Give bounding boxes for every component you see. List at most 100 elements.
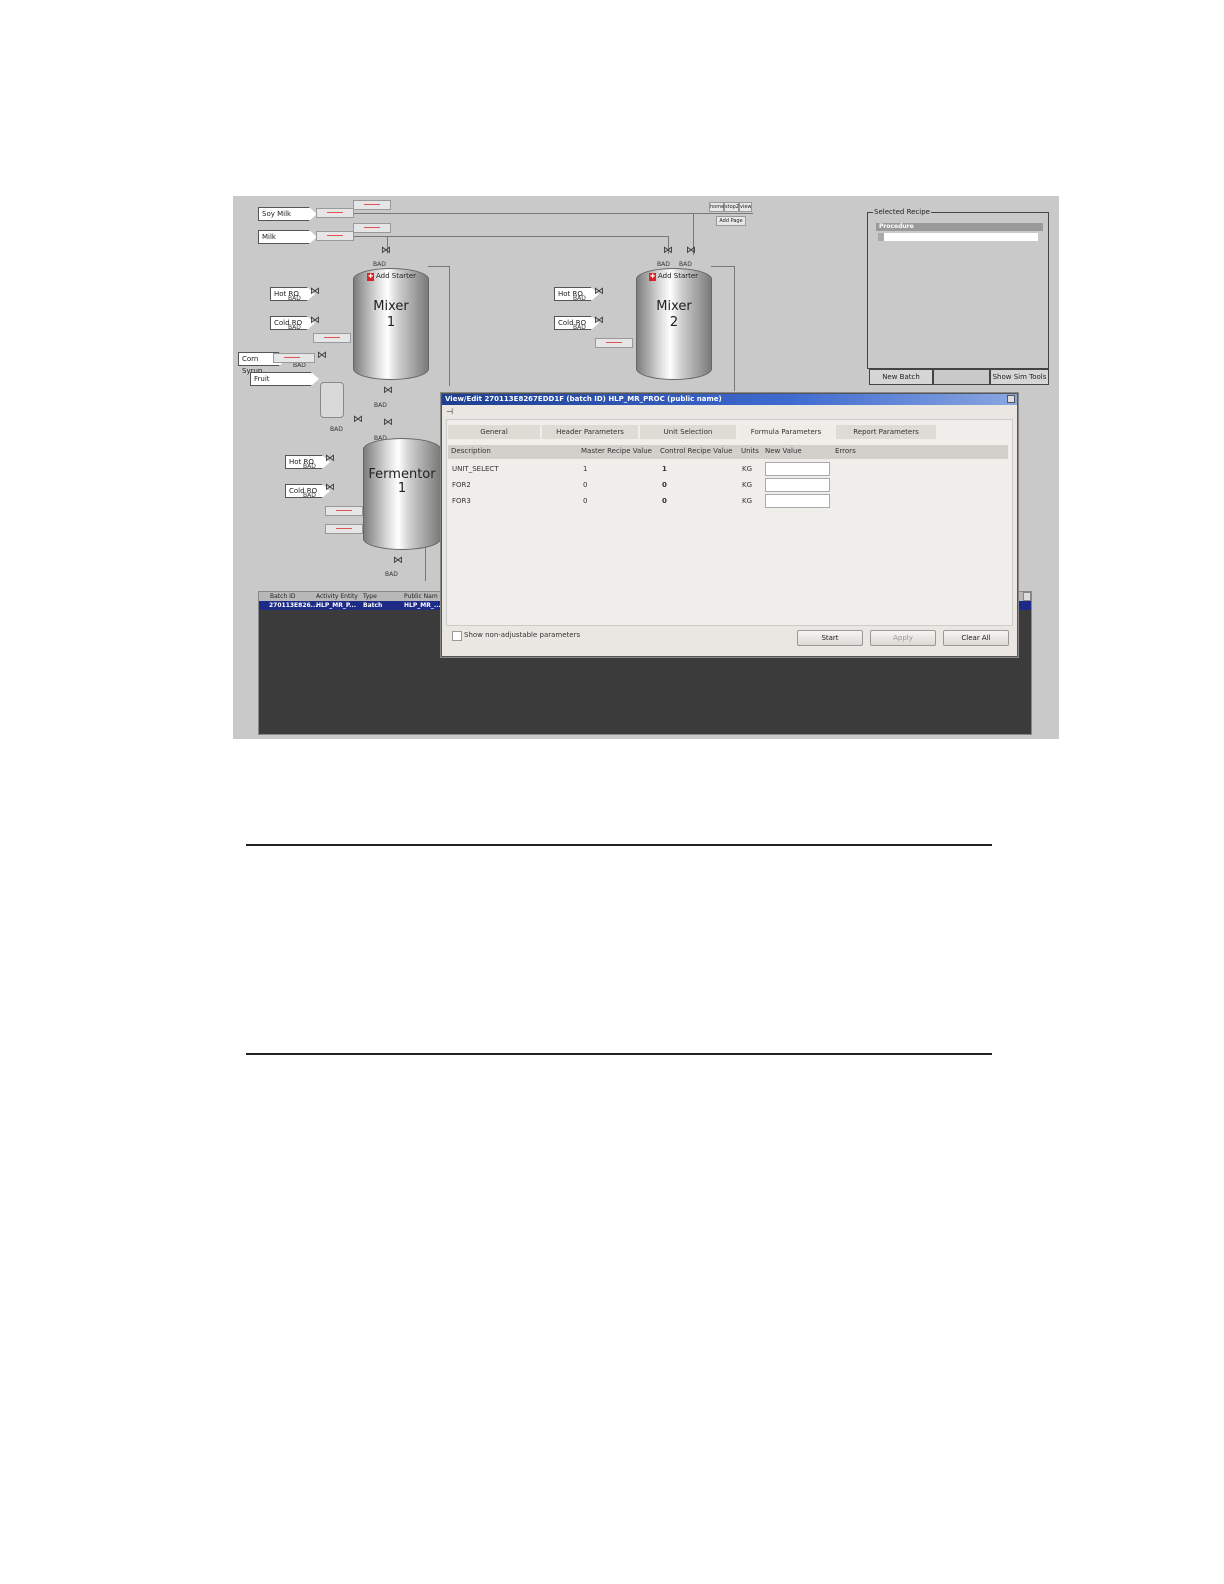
- show-sim-tools-button[interactable]: Show Sim Tools: [990, 369, 1049, 385]
- mixer1-number: 1: [386, 315, 396, 330]
- mixer1-inlet-valve-icon[interactable]: ⋈: [381, 246, 391, 256]
- mixer2-cold-valve-icon[interactable]: ⋈: [594, 316, 604, 326]
- soy-milk-readout: [316, 208, 354, 218]
- apply-button[interactable]: Apply: [870, 630, 936, 646]
- soy-flow-readout: [353, 200, 391, 210]
- mixer2-inlet2-valve-icon[interactable]: ⋈: [686, 246, 696, 256]
- tab-unit-selection[interactable]: Unit Selection: [640, 425, 736, 439]
- tab-header-parameters[interactable]: Header Parameters: [542, 425, 638, 439]
- tab-formula-parameters[interactable]: Formula Parameters: [738, 425, 834, 439]
- row-activity-entity: HLP_MR_P...: [316, 602, 356, 609]
- status-badge: BAD: [679, 261, 692, 268]
- row-description: UNIT_SELECT: [452, 465, 499, 473]
- col-activity-entity: Activity Entity: [316, 593, 358, 600]
- dialog-titlebar[interactable]: View/Edit 270113E8267EDD1F (batch ID) HL…: [442, 394, 1017, 405]
- status-badge: BAD: [657, 261, 670, 268]
- mixer1-name: Mixer: [373, 299, 409, 314]
- soy-milk-pipe: [313, 213, 753, 214]
- blank-button: [933, 369, 990, 385]
- mixer1-recirc: [449, 266, 450, 386]
- view-mini-button[interactable]: view: [739, 202, 752, 212]
- col-master-recipe-value: Master Recipe Value: [581, 447, 652, 455]
- clear-all-button[interactable]: Clear All: [943, 630, 1009, 646]
- col-control-recipe-value: Control Recipe Value: [660, 447, 733, 455]
- mixer1-tank[interactable]: Mixer 1: [353, 268, 429, 380]
- dialog-title: View/Edit 270113E8267EDD1F (batch ID) HL…: [445, 395, 722, 403]
- show-non-adjustable-checkbox[interactable]: [452, 631, 462, 641]
- hmi-screenshot: Soy Milk Milk Hot RO Cold RO Corn Syrup …: [233, 196, 1059, 739]
- new-value-input[interactable]: [765, 494, 830, 508]
- selected-recipe-title: Selected Recipe: [873, 208, 931, 216]
- mixer1-hot-valve-icon[interactable]: ⋈: [310, 287, 320, 297]
- bottom-divider: [246, 1053, 992, 1055]
- fruit-tag: Fruit: [250, 372, 319, 386]
- fermentor-outlet-valve-icon[interactable]: ⋈: [393, 556, 403, 566]
- mixer2-recirc: [734, 266, 735, 391]
- corn-syrup-valve-icon[interactable]: ⋈: [317, 351, 327, 361]
- col-description: Description: [451, 447, 491, 455]
- mixer1-cold-valve-icon[interactable]: ⋈: [310, 316, 320, 326]
- row-master-value: 1: [583, 465, 588, 473]
- top-divider: [246, 844, 992, 846]
- batch-list-scroll-icon[interactable]: [1023, 592, 1031, 601]
- row-description: FOR2: [452, 481, 471, 489]
- row-master-value: 0: [583, 481, 588, 489]
- mixer1-add-starter[interactable]: ✚ Add Starter: [367, 272, 416, 281]
- mixer2-tank[interactable]: Mixer 2: [636, 268, 712, 380]
- row-control-value: 0: [662, 497, 667, 505]
- row-units: KG: [742, 497, 753, 505]
- corn-syrup-readout: [273, 353, 315, 363]
- status-badge: BAD: [385, 571, 398, 578]
- add-starter-label: Add Starter: [376, 272, 417, 280]
- tab-general[interactable]: General: [448, 425, 540, 439]
- milk-readout: [316, 231, 354, 241]
- home-mini-button[interactable]: home: [709, 202, 724, 212]
- milk-pipe: [313, 236, 668, 237]
- col-batch-id: Batch ID: [270, 593, 296, 600]
- mixer2-number: 2: [669, 315, 679, 330]
- milk-tag: Milk: [258, 230, 317, 244]
- mixer1-readout: [313, 333, 351, 343]
- fruit-hopper: [320, 382, 344, 418]
- procedure-row[interactable]: [878, 233, 1038, 241]
- soy-milk-tag: Soy Milk: [258, 207, 317, 221]
- add-page-button[interactable]: Add Page: [716, 216, 746, 226]
- mixer2-readout: [595, 338, 633, 348]
- mixer1-outlet-valve-icon[interactable]: ⋈: [383, 386, 393, 396]
- mixer1-recirc-top: [428, 266, 450, 267]
- status-badge: BAD: [573, 324, 586, 331]
- fermentor1-number: 1: [397, 481, 407, 496]
- row-control-value: 1: [662, 465, 667, 473]
- expand-icon[interactable]: [878, 233, 884, 241]
- new-batch-button[interactable]: New Batch: [869, 369, 933, 385]
- fermentor-readout-2: [325, 524, 363, 534]
- row-master-value: 0: [583, 497, 588, 505]
- row-units: KG: [742, 481, 753, 489]
- pin-icon[interactable]: ⊣: [446, 407, 453, 416]
- new-value-input[interactable]: [765, 462, 830, 476]
- status-badge: BAD: [330, 426, 343, 433]
- fermentor-hot-valve-icon[interactable]: ⋈: [325, 454, 335, 464]
- row-batch-id: 270113E826...: [269, 602, 318, 609]
- start-button[interactable]: Start: [797, 630, 863, 646]
- tab-report-parameters[interactable]: Report Parameters: [836, 425, 936, 439]
- row-control-value: 0: [662, 481, 667, 489]
- mixer2-inlet-valve-icon[interactable]: ⋈: [663, 246, 673, 256]
- view-edit-dialog: View/Edit 270113E8267EDD1F (batch ID) HL…: [441, 393, 1018, 657]
- mixer2-recirc-top: [711, 266, 735, 267]
- close-icon[interactable]: [1007, 395, 1015, 403]
- row-public-name: HLP_MR_...: [404, 602, 441, 609]
- mixer2-add-starter[interactable]: ✚ Add Starter: [649, 272, 698, 281]
- fermentor-cold-valve-icon[interactable]: ⋈: [325, 483, 335, 493]
- mixer2-name: Mixer: [656, 299, 692, 314]
- new-value-input[interactable]: [765, 478, 830, 492]
- status-badge: BAD: [573, 295, 586, 302]
- stop-mini-button[interactable]: stop2: [724, 202, 739, 212]
- fermentor1-tank[interactable]: Fermentor 1: [363, 438, 441, 550]
- fermentor-inlet-valve-icon[interactable]: ⋈: [383, 418, 393, 428]
- show-non-adjustable-label: Show non-adjustable parameters: [464, 631, 581, 639]
- mixer2-hot-valve-icon[interactable]: ⋈: [594, 287, 604, 297]
- status-badge: BAD: [288, 324, 301, 331]
- transfer-valve-icon[interactable]: ⋈: [353, 415, 363, 425]
- status-badge: BAD: [303, 492, 316, 499]
